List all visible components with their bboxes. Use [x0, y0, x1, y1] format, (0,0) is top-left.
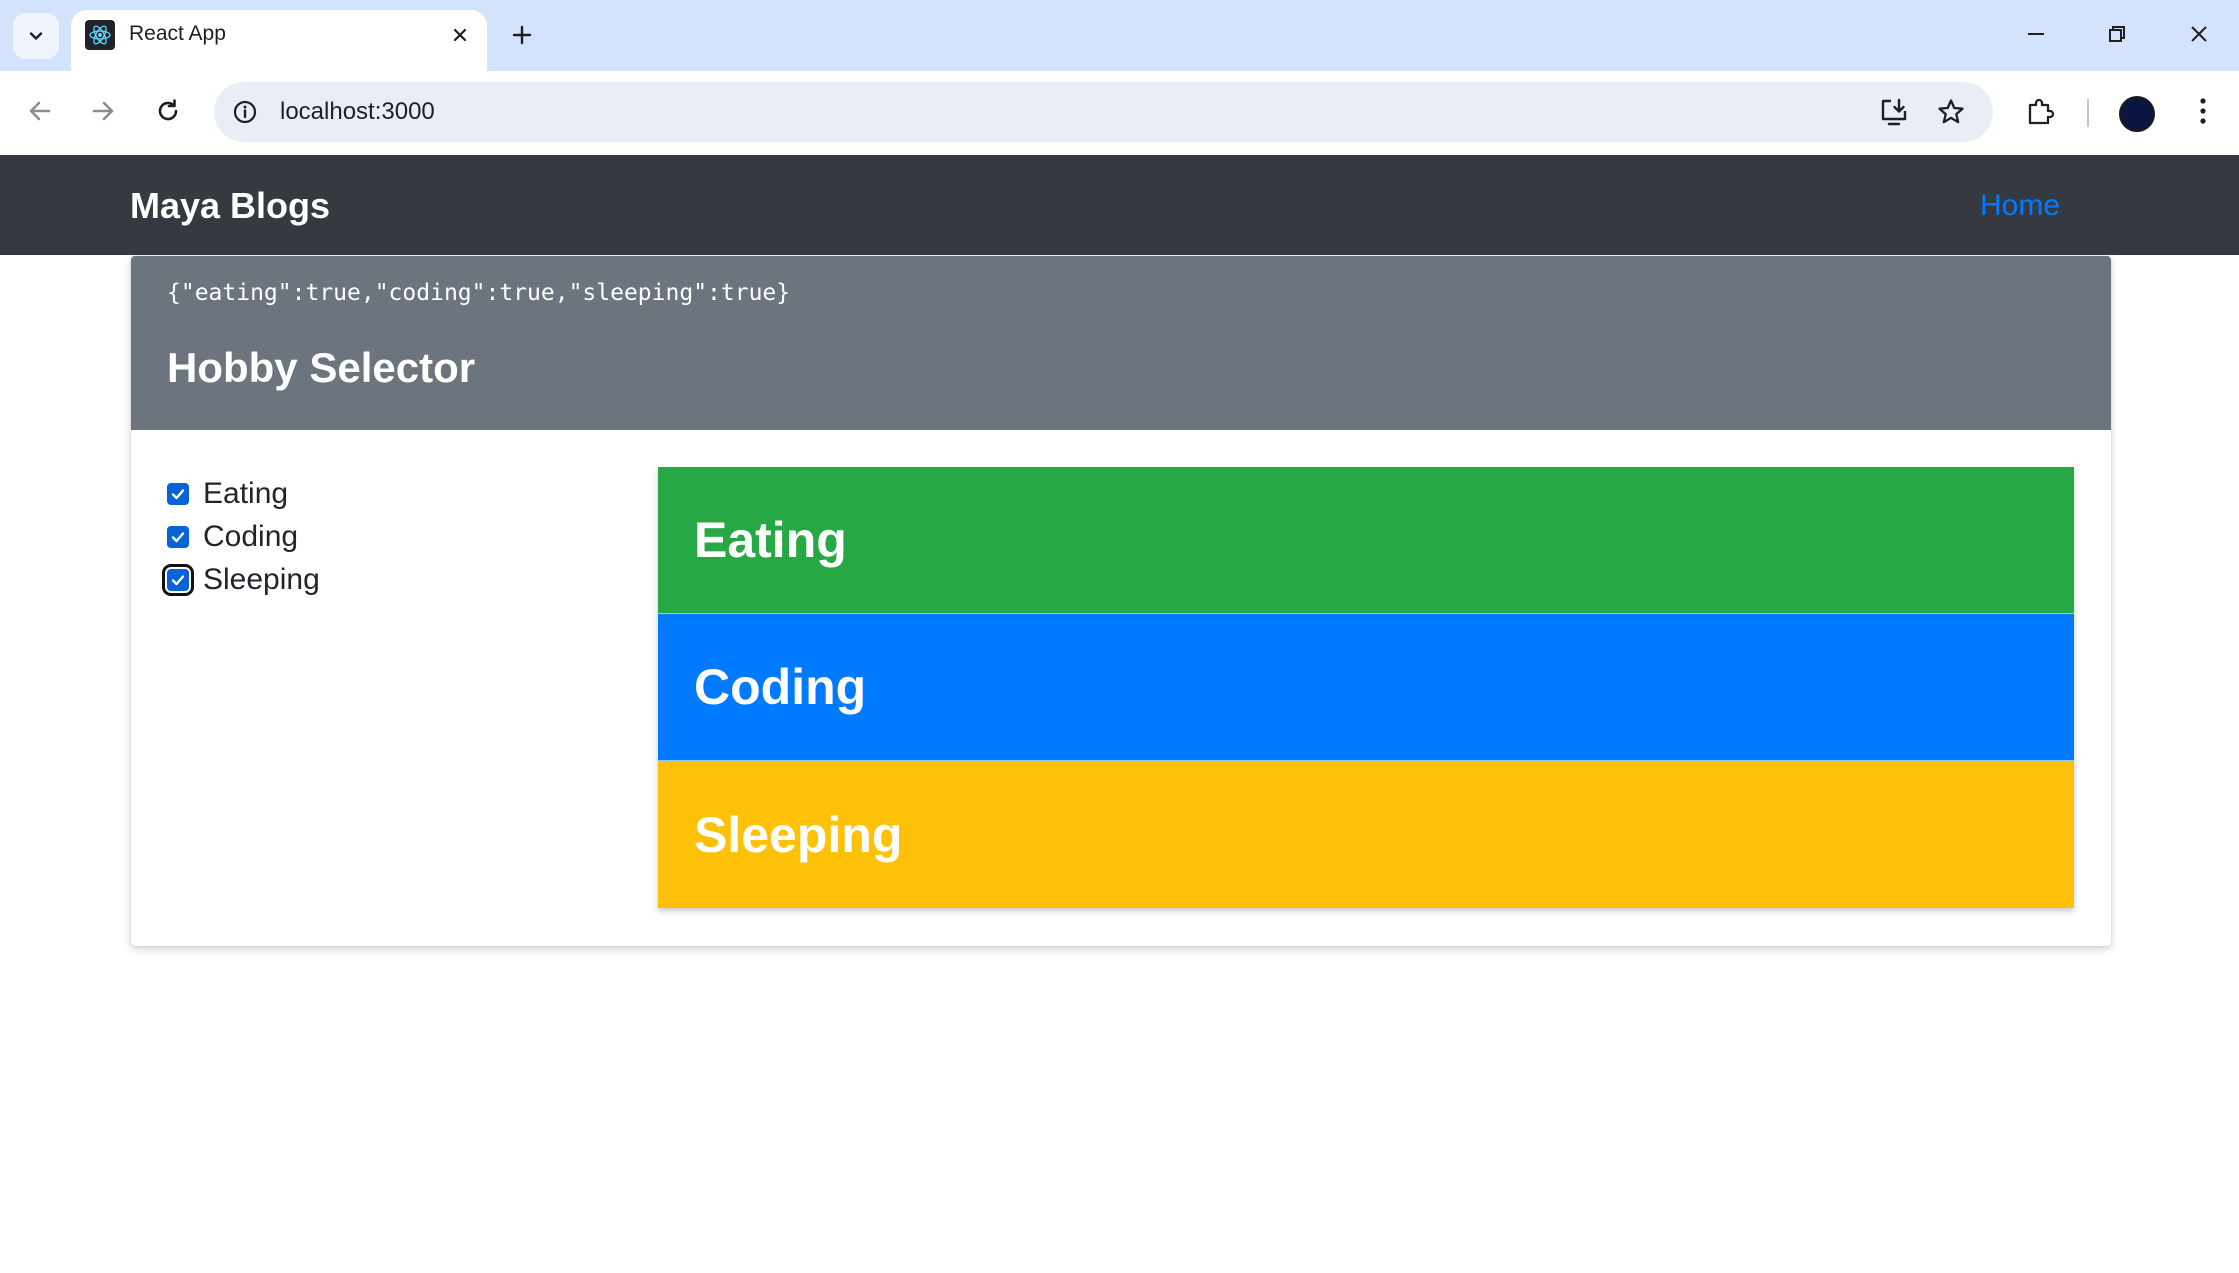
kebab-menu-icon — [2200, 98, 2206, 124]
reload-icon — [158, 99, 178, 121]
hobby-item-eating: Eating — [658, 467, 2074, 614]
minimize-icon — [2028, 33, 2044, 35]
checkbox-row-coding[interactable]: Coding — [167, 515, 320, 558]
sleeping-label[interactable]: Sleeping — [203, 563, 320, 597]
close-icon — [2191, 26, 2207, 42]
bookmark-button[interactable] — [1933, 94, 1969, 130]
minimize-button[interactable] — [2016, 14, 2056, 54]
nav-link-home[interactable]: Home — [1980, 189, 2060, 223]
hobby-item-coding: Coding — [658, 614, 2074, 761]
hobby-checklist: Eating Coding Sleeping — [162, 472, 320, 601]
card-header: {"eating":true,"coding":true,"sleeping":… — [131, 256, 2111, 430]
close-window-button[interactable] — [2179, 14, 2219, 54]
plus-icon — [512, 25, 532, 45]
sleeping-checkbox[interactable] — [162, 563, 194, 596]
toolbar-separator — [2087, 99, 2089, 127]
puzzle-icon — [2028, 98, 2055, 125]
react-logo-icon — [85, 20, 115, 50]
forward-button[interactable] — [81, 89, 125, 133]
browser-menu-button[interactable] — [2181, 89, 2225, 133]
arrow-right-icon — [92, 101, 114, 121]
card-title: Hobby Selector — [167, 344, 476, 391]
state-json: {"eating":true,"coding":true,"sleeping":… — [167, 280, 791, 306]
checkbox-row-eating[interactable]: Eating — [167, 472, 320, 515]
info-icon — [233, 100, 257, 124]
site-navbar: Maya Blogs Home — [0, 155, 2239, 255]
brand-logo[interactable]: Maya Blogs — [130, 185, 330, 227]
site-info-button[interactable] — [228, 95, 262, 129]
avatar[interactable] — [2119, 96, 2155, 132]
install-app-icon — [1881, 98, 1907, 126]
star-icon — [1938, 99, 1964, 124]
selected-hobbies-list: Eating Coding Sleeping — [658, 467, 2074, 908]
new-tab-button[interactable] — [505, 18, 539, 52]
address-bar[interactable]: localhost:3000 — [214, 82, 1993, 142]
chevron-down-icon — [29, 32, 43, 40]
url-text[interactable]: localhost:3000 — [280, 98, 435, 126]
checkmark-icon — [171, 488, 185, 499]
tab-close-button[interactable] — [445, 20, 475, 50]
install-app-button[interactable] — [1876, 94, 1912, 130]
checkmark-icon — [171, 531, 185, 542]
tab-search-button[interactable] — [13, 13, 59, 59]
eating-checkbox[interactable] — [167, 482, 189, 505]
close-icon — [453, 28, 467, 42]
restore-icon — [2109, 26, 2125, 42]
eating-label[interactable]: Eating — [203, 477, 288, 511]
restore-button[interactable] — [2097, 14, 2137, 54]
back-button[interactable] — [18, 89, 62, 133]
browser-toolbar: localhost:3000 — [0, 71, 2239, 155]
hobby-item-sleeping: Sleeping — [658, 761, 2074, 908]
browser-tabstrip: React App — [0, 0, 2239, 71]
reload-button[interactable] — [146, 89, 190, 133]
tab-title: React App — [129, 22, 226, 45]
checkbox-row-sleeping[interactable]: Sleeping — [162, 558, 320, 601]
coding-label[interactable]: Coding — [203, 520, 298, 554]
arrow-left-icon — [29, 101, 51, 121]
coding-checkbox[interactable] — [167, 525, 189, 548]
extensions-button[interactable] — [2019, 89, 2063, 133]
browser-tab[interactable]: React App — [71, 10, 487, 71]
checkmark-icon — [171, 574, 185, 585]
hobby-selector-card: {"eating":true,"coding":true,"sleeping":… — [131, 256, 2111, 946]
